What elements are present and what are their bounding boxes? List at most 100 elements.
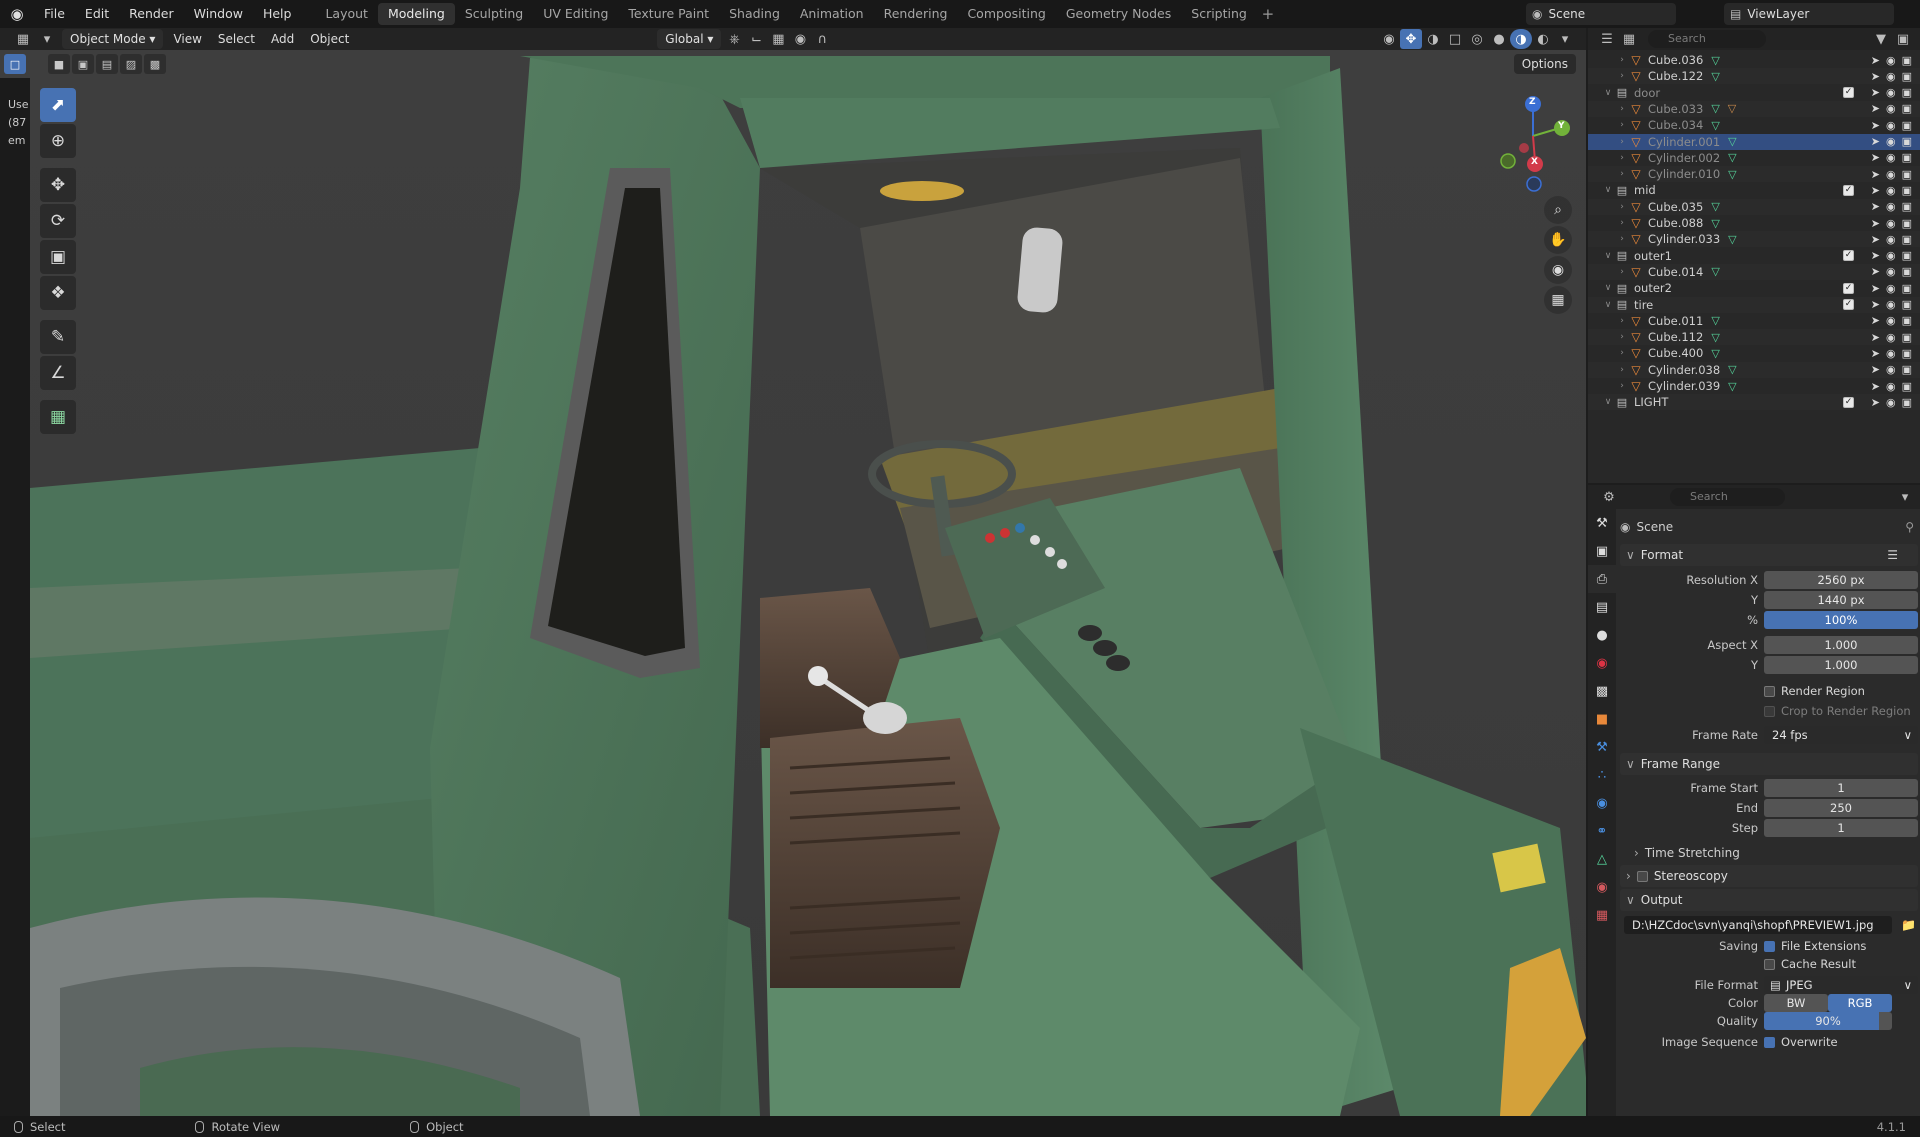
outliner-row[interactable]: › ▽ Cube.011 ▽ ➤ ◉ ▣ [1588,313,1920,329]
editor-type-dropdown-icon[interactable]: ▾ [34,29,60,49]
frame-step-field[interactable]: 1 [1764,819,1918,837]
proportional-edit-icon[interactable]: ◉ [789,29,811,49]
eye-icon[interactable]: ◉ [1886,331,1896,344]
expand-arrow-icon[interactable]: › [1616,365,1628,375]
outliner-row[interactable]: › ▽ Cylinder.002 ▽ ➤ ◉ ▣ [1588,150,1920,166]
eye-icon[interactable]: ◉ [1886,168,1896,181]
expand-arrow-icon[interactable]: ∨ [1602,283,1614,293]
outliner-row[interactable]: › ▽ Cylinder.010 ▽ ➤ ◉ ▣ [1588,166,1920,183]
camera-icon[interactable]: ▣ [1902,314,1912,327]
select-arrow-icon[interactable]: ➤ [1871,54,1880,67]
select-arrow-icon[interactable]: ➤ [1871,184,1880,197]
presets-icon[interactable]: ☰ [1887,548,1898,562]
camera-icon[interactable]: ▣ [1902,265,1912,278]
menu-help[interactable]: Help [253,0,302,28]
menu-render[interactable]: Render [119,0,184,28]
eye-icon[interactable]: ◉ [1886,380,1896,393]
outliner-row[interactable]: › ▽ Cube.122 ▽ ➤ ◉ ▣ [1588,68,1920,85]
camera-icon[interactable]: ▣ [1902,86,1912,99]
eye-icon[interactable]: ◉ [1886,184,1896,197]
outliner-row[interactable]: ∨ ▤ tire ✓ ➤ ◉ ▣ [1588,296,1920,313]
select-arrow-icon[interactable]: ➤ [1871,200,1880,213]
expand-arrow-icon[interactable]: › [1616,348,1628,358]
viewport-menu-select[interactable]: Select [210,29,263,49]
eye-icon[interactable]: ◉ [1886,135,1896,148]
editor-type-icon[interactable]: ▦ [12,29,34,49]
outliner-row[interactable]: › ▽ Cube.033 ▽ ▽ ➤ ◉ ▣ [1588,100,1920,117]
rendered-shading-icon[interactable]: ◐ [1532,29,1554,49]
expand-arrow-icon[interactable]: › [1616,120,1628,130]
zoom-icon[interactable]: ⌕ [1544,196,1572,224]
camera-view-icon[interactable]: ◉ [1544,256,1572,284]
cache-result-checkbox[interactable]: Cache Result [1764,957,1856,971]
outliner-row[interactable]: › ▽ Cylinder.038 ▽ ➤ ◉ ▣ [1588,361,1920,378]
frame-rate-dropdown[interactable]: 24 fps ∨ [1764,726,1918,744]
stereoscopy-checkbox[interactable] [1636,870,1648,882]
eye-icon[interactable]: ◉ [1886,54,1896,67]
overlay-icon[interactable]: ◑ [1422,29,1444,49]
eye-icon[interactable]: ◉ [1886,217,1896,230]
outliner-row[interactable]: › ▽ Cube.035 ▽ ➤ ◉ ▣ [1588,198,1920,215]
eye-icon[interactable]: ◉ [1886,396,1896,409]
select-arrow-icon[interactable]: ➤ [1871,396,1880,409]
file-extensions-checkbox[interactable]: File Extensions [1764,939,1866,953]
outliner-row[interactable]: › ▽ Cube.112 ▽ ➤ ◉ ▣ [1588,329,1920,346]
solid-shading-icon[interactable]: ● [1488,29,1510,49]
expand-arrow-icon[interactable]: › [1616,381,1628,391]
3d-viewport[interactable]: Use (87 em ▦ ▾ Object Mode ▾ View Select A… [0,28,1586,1116]
select-new-icon[interactable]: ■ [48,54,70,74]
tab-uv-editing[interactable]: UV Editing [533,3,618,25]
camera-icon[interactable]: ▣ [1902,331,1912,344]
collection-enable-checkbox[interactable]: ✓ [1843,299,1854,310]
outliner-row[interactable]: › ▽ Cylinder.039 ▽ ➤ ◉ ▣ [1588,378,1920,394]
tool-tab-icon[interactable]: ⚒ [1588,509,1616,537]
resolution-y-field[interactable]: 1440 px [1764,591,1918,609]
camera-icon[interactable]: ▣ [1902,380,1912,393]
expand-arrow-icon[interactable]: ∨ [1602,88,1614,98]
select-arrow-icon[interactable]: ➤ [1871,102,1880,115]
menu-file[interactable]: File [34,0,75,28]
expand-arrow-icon[interactable]: › [1616,316,1628,326]
expand-arrow-icon[interactable]: › [1616,169,1628,179]
frame-end-field[interactable]: 250 [1764,799,1918,817]
expand-arrow-icon[interactable]: ∨ [1602,300,1614,310]
quality-slider[interactable]: 90% [1764,1012,1892,1030]
outliner-row[interactable]: ∨ ▤ outer1 ✓ ➤ ◉ ▣ [1588,248,1920,264]
eye-icon[interactable]: ◉ [1886,347,1896,360]
display-mode-icon[interactable]: ▦ [1618,29,1640,49]
outliner-row[interactable]: › ▽ Cube.400 ▽ ➤ ◉ ▣ [1588,345,1920,361]
expand-arrow-icon[interactable]: › [1616,267,1628,277]
select-arrow-icon[interactable]: ➤ [1871,249,1880,262]
add-workspace-icon[interactable]: + [1257,5,1279,23]
annotate-tool-icon[interactable]: ✎ [40,320,76,354]
expand-arrow-icon[interactable]: › [1616,137,1628,147]
shading-dropdown-icon[interactable]: ▾ [1554,29,1576,49]
scene-selector[interactable]: ◉ Scene [1526,3,1676,25]
select-invert-icon[interactable]: ▨ [120,54,142,74]
tab-layout[interactable]: Layout [315,3,378,25]
select-arrow-icon[interactable]: ➤ [1871,347,1880,360]
select-arrow-icon[interactable]: ➤ [1871,331,1880,344]
frame-start-field[interactable]: 1 [1764,779,1918,797]
select-tool-icon[interactable]: ⬈ [40,88,76,122]
expand-arrow-icon[interactable]: › [1616,71,1628,81]
select-arrow-icon[interactable]: ➤ [1871,282,1880,295]
move-tool-icon[interactable]: ✥ [40,168,76,202]
pin-icon[interactable]: ⚲ [1905,520,1914,534]
camera-icon[interactable]: ▣ [1902,102,1912,115]
particles-tab-icon[interactable]: ∴ [1588,761,1616,789]
select-arrow-icon[interactable]: ➤ [1871,70,1880,83]
view-layer-selector[interactable]: ▤ ViewLayer [1724,3,1894,25]
viewport-menu-object[interactable]: Object [302,29,357,49]
aspect-x-field[interactable]: 1.000 [1764,636,1918,654]
camera-icon[interactable]: ▣ [1902,282,1912,295]
options-button[interactable]: Options [1513,54,1576,74]
select-arrow-icon[interactable]: ➤ [1871,265,1880,278]
ortho-grid-icon[interactable]: ▦ [1544,286,1572,314]
tab-texture-paint[interactable]: Texture Paint [618,3,719,25]
select-arrow-icon[interactable]: ➤ [1871,298,1880,311]
navigation-gizmo[interactable]: Z Y X [1488,86,1578,216]
select-intersect-icon[interactable]: ▩ [144,54,166,74]
eye-icon[interactable]: ◉ [1886,119,1896,132]
add-cube-tool-icon[interactable]: ▦ [40,400,76,434]
